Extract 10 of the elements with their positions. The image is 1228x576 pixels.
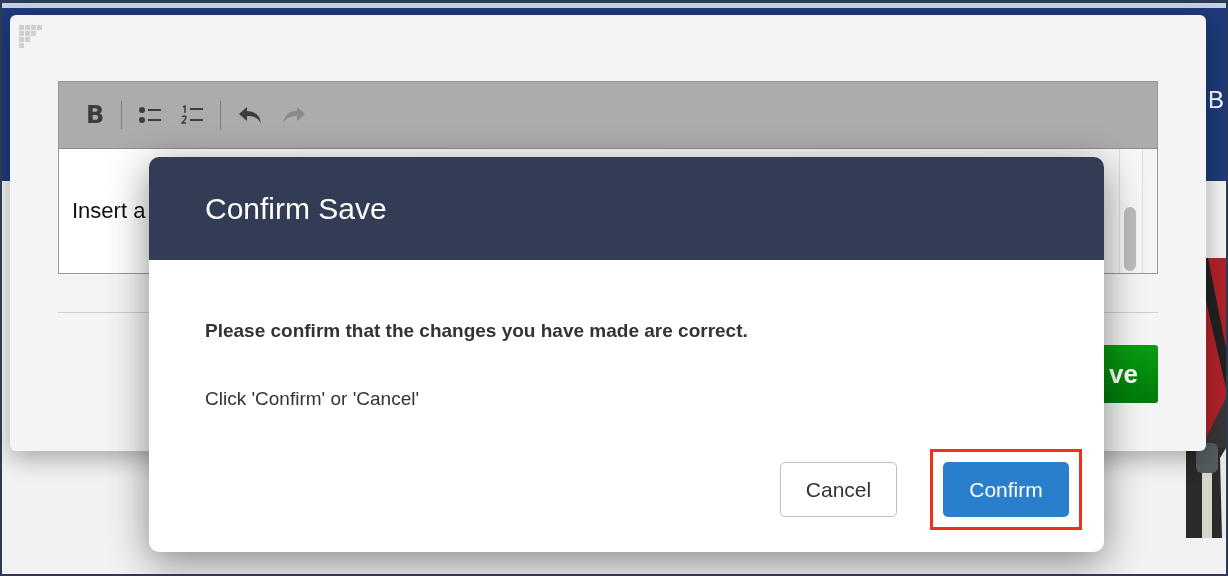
bold-button[interactable]: B bbox=[79, 101, 112, 129]
cancel-button[interactable]: Cancel bbox=[780, 462, 897, 517]
scrollbar[interactable] bbox=[1119, 149, 1143, 273]
header-text: B bbox=[1208, 86, 1224, 114]
confirm-button[interactable]: Confirm bbox=[943, 462, 1069, 517]
grip-icon[interactable] bbox=[19, 25, 43, 49]
dialog-instruction: Click 'Confirm' or 'Cancel' bbox=[205, 388, 421, 410]
dialog-title: Confirm Save bbox=[205, 191, 387, 226]
editor-text: Insert a bbox=[72, 198, 146, 224]
dialog-message: Please confirm that the changes you have made are correct. bbox=[205, 320, 749, 342]
